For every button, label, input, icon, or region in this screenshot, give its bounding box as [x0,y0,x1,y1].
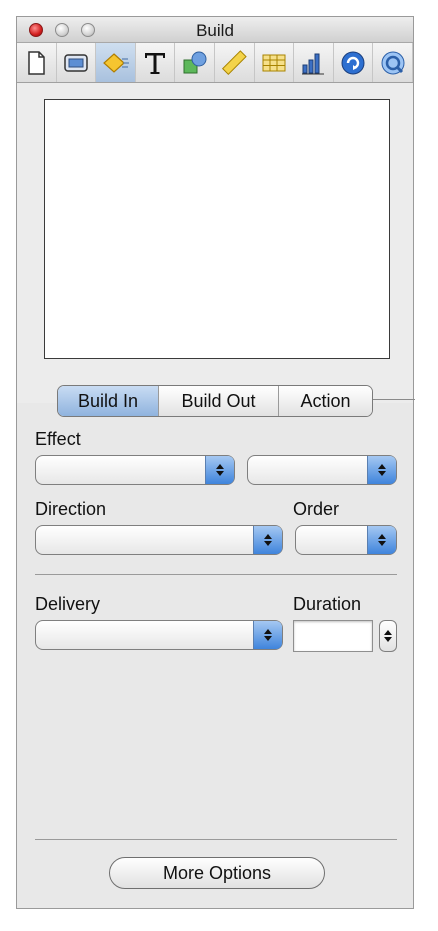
chart-icon [302,53,325,74]
hyperlink-inspector-tab[interactable] [334,43,374,82]
tab-divider-line [373,399,415,400]
popup-arrows-icon [367,456,396,484]
order-popup[interactable] [295,525,397,555]
table-icon [262,54,286,71]
popup-arrows-icon [253,621,282,649]
popup-arrows-icon [253,526,282,554]
window-title: Build [196,21,234,40]
stepper-down-icon [384,637,392,642]
duration-field[interactable] [293,620,373,652]
stepper-up-icon [384,630,392,635]
build-tabs: Build In Build Out Action [57,385,373,417]
hyperlink-icon [341,51,365,74]
tab-build-out[interactable]: Build Out [159,386,279,416]
delivery-popup[interactable] [35,620,283,650]
table-inspector-tab[interactable] [255,43,295,82]
order-label: Order [293,499,340,519]
inspector-window: Build Build In Build Out Action Effect D… [16,16,415,909]
effect-label: Effect [35,429,81,449]
graphic-inspector-tab[interactable] [175,43,215,82]
inspector-toolbar [17,43,413,83]
more-options-button[interactable]: More Options [109,857,325,889]
duration-stepper[interactable] [379,620,397,652]
metrics-inspector-tab[interactable] [215,43,255,82]
ruler-icon [222,49,247,75]
effect-popup[interactable] [35,455,235,485]
text-inspector-tab[interactable] [136,43,176,82]
document-inspector-tab[interactable] [17,43,57,82]
document-icon [28,50,46,75]
slide-icon [64,53,88,72]
build-icon [103,52,130,73]
preview-pane [17,83,413,403]
effect-secondary-popup[interactable] [247,455,397,485]
build-preview [44,99,390,359]
chart-inspector-tab[interactable] [294,43,334,82]
title-bar: Build [17,17,413,43]
build-inspector-tab[interactable] [96,43,136,82]
duration-label: Duration [293,594,362,614]
tab-build-in[interactable]: Build In [58,386,159,416]
popup-arrows-icon [205,456,234,484]
separator [35,574,397,575]
delivery-label: Delivery [35,594,101,614]
direction-popup[interactable] [35,525,283,555]
quicktime-inspector-tab[interactable] [373,43,413,82]
slide-inspector-tab[interactable] [57,43,97,82]
popup-arrows-icon [367,526,396,554]
direction-label: Direction [35,499,107,519]
shapes-icon [183,51,207,73]
text-icon [145,52,166,74]
quicktime-icon [381,51,405,74]
tab-action[interactable]: Action [279,386,372,416]
separator [35,839,397,840]
